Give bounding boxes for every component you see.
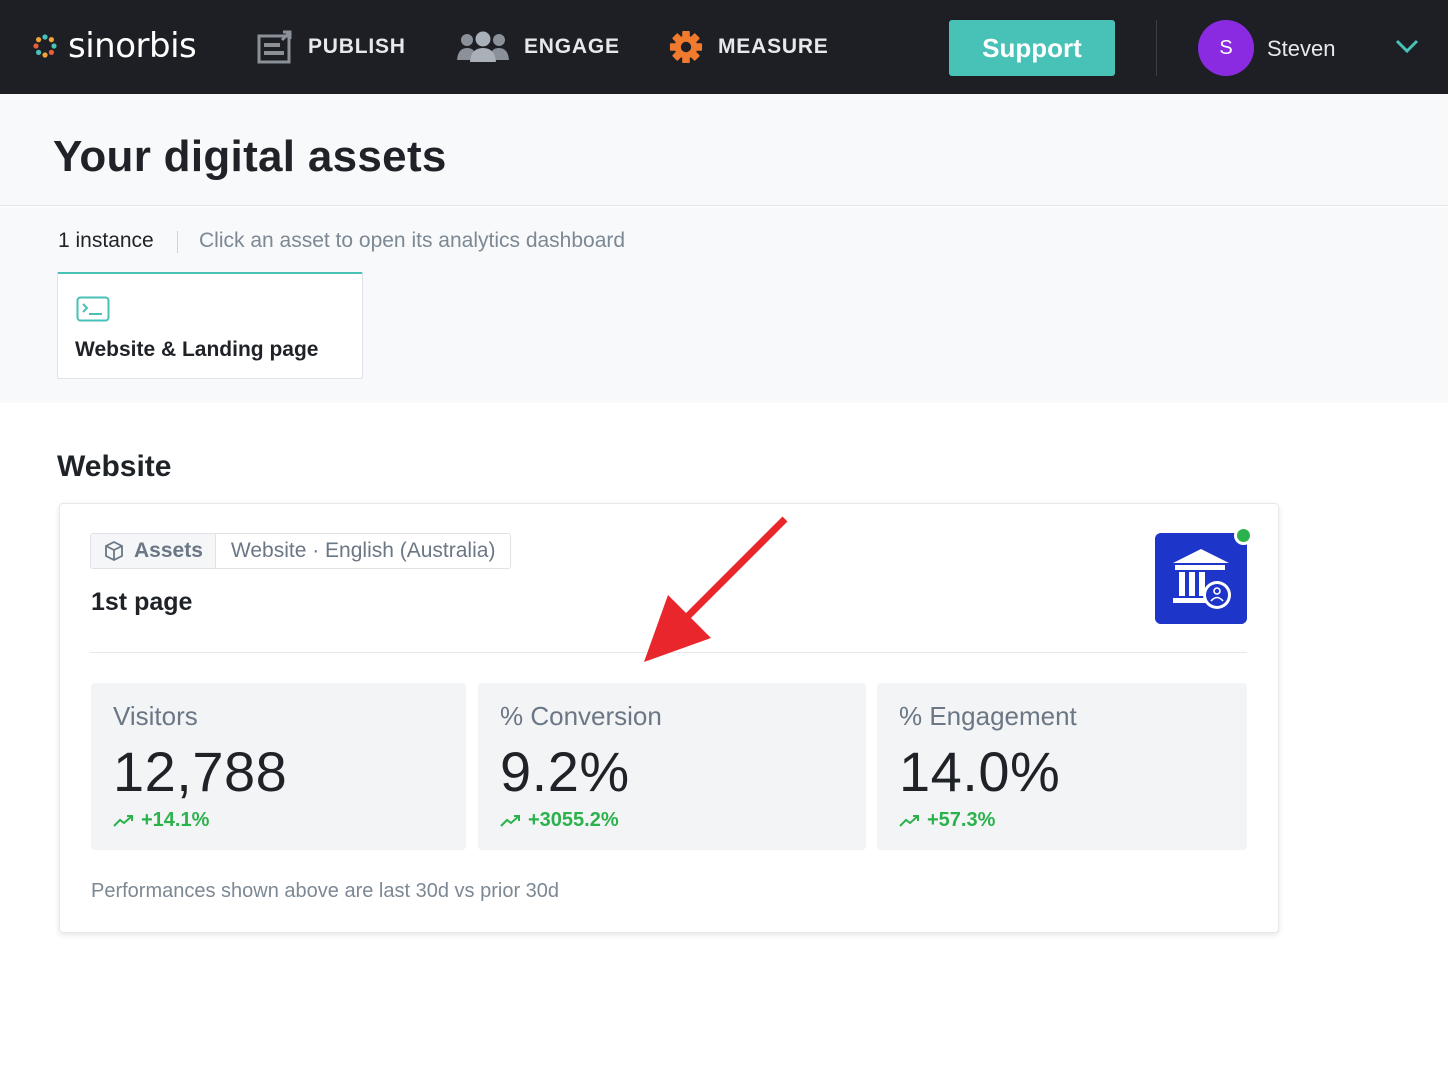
- stat-value: 9.2%: [500, 740, 630, 803]
- stat-delta: +57.3%: [899, 809, 995, 832]
- instance-separator: [177, 231, 178, 253]
- nav-publish[interactable]: PUBLISH: [256, 30, 406, 64]
- cube-icon: [105, 540, 123, 562]
- stat-delta: +3055.2%: [500, 809, 619, 832]
- terminal-window-icon: [76, 296, 110, 322]
- trend-up-icon: [500, 814, 520, 827]
- stat-label: % Conversion: [500, 701, 662, 731]
- stat-delta: +14.1%: [113, 809, 209, 832]
- annotation-arrow-icon: [644, 516, 788, 662]
- brand-name: sinorbis: [68, 26, 197, 66]
- assets-tag-label: Assets: [134, 539, 203, 562]
- asset-card-label: Website & Landing page: [75, 338, 319, 361]
- performance-footnote: Performances shown above are last 30d vs…: [91, 880, 560, 902]
- stat-delta-value: +3055.2%: [528, 809, 619, 831]
- stat-label: Visitors: [113, 701, 198, 731]
- breadcrumb-path: Website · English (Australia): [230, 539, 496, 562]
- trend-up-icon: [113, 814, 133, 827]
- gear-icon: [669, 30, 703, 64]
- avatar[interactable]: S: [1198, 20, 1254, 76]
- stat-label: % Engagement: [899, 701, 1077, 731]
- section-title-website: Website: [57, 450, 172, 483]
- nav-divider: [1156, 20, 1157, 76]
- people-group-icon: [457, 31, 509, 62]
- publish-icon: [257, 30, 292, 64]
- sinorbis-logo-icon: [33, 34, 57, 58]
- stat-engagement[interactable]: % Engagement 14.0% +57.3%: [877, 683, 1247, 850]
- brand-logo[interactable]: sinorbis: [30, 26, 197, 66]
- stat-value: 12,788: [113, 740, 288, 803]
- stat-delta-value: +14.1%: [141, 809, 210, 831]
- nav-engage[interactable]: ENGAGE: [456, 30, 620, 64]
- nav-measure-label: MEASURE: [718, 35, 829, 58]
- institution-logo-icon[interactable]: [1155, 533, 1247, 624]
- user-name[interactable]: Steven: [1267, 36, 1336, 62]
- chevron-down-icon[interactable]: [1394, 36, 1420, 56]
- stat-visitors[interactable]: Visitors 12,788 +14.1%: [91, 683, 466, 850]
- stat-conversion[interactable]: % Conversion 9.2% +3055.2%: [478, 683, 866, 850]
- instance-count: 1 instance: [58, 229, 154, 252]
- support-button[interactable]: Support: [949, 20, 1115, 76]
- assets-tag[interactable]: Assets: [91, 534, 216, 568]
- page-title: Your digital assets: [53, 132, 447, 181]
- stat-value: 14.0%: [899, 740, 1061, 803]
- stat-delta-value: +57.3%: [927, 809, 996, 831]
- nav-publish-label: PUBLISH: [308, 35, 406, 58]
- nav-measure[interactable]: MEASURE: [668, 30, 829, 64]
- status-online-dot: [1234, 526, 1253, 545]
- instance-hint: Click an asset to open its analytics das…: [199, 229, 626, 252]
- trend-up-icon: [899, 814, 919, 827]
- breadcrumb: Assets Website · English (Australia): [90, 533, 512, 569]
- page-name: 1st page: [91, 588, 193, 616]
- asset-card-website-landing[interactable]: Website & Landing page: [57, 272, 363, 379]
- nav-engage-label: ENGAGE: [524, 35, 620, 58]
